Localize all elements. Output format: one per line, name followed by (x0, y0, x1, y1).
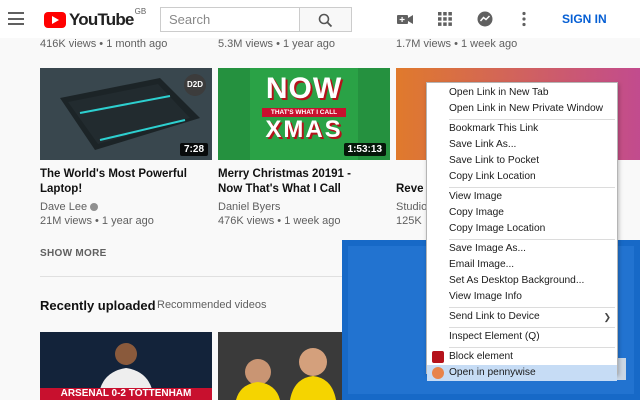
menu-block-element[interactable]: Block element (427, 349, 617, 365)
channel-name-text: Dave Lee (40, 201, 88, 213)
menu-copy-image[interactable]: Copy Image (427, 205, 617, 221)
menu-icon[interactable] (8, 12, 24, 25)
menu-copy-image-location[interactable]: Copy Image Location (427, 221, 617, 237)
menu-email-image[interactable]: Email Image... (427, 257, 617, 273)
channel-name[interactable]: Daniel Byers (218, 201, 280, 213)
menu-open-private-window[interactable]: Open Link in New Private Window (427, 101, 617, 117)
video-meta: 5.3M views • 1 year ago (218, 38, 335, 50)
video-title[interactable]: The World's Most Powerful Laptop! (40, 167, 187, 197)
chevron-right-icon: ❯ (603, 312, 611, 322)
video-title-line: Merry Christmas 20191 - (218, 168, 351, 180)
menu-save-link-as[interactable]: Save Link As... (427, 137, 617, 153)
menu-open-in-pennywise[interactable]: Open in pennywise (427, 365, 617, 381)
menu-save-image-as[interactable]: Save Image As... (427, 241, 617, 257)
region-label: GB (134, 7, 147, 16)
video-thumbnail[interactable]: NOW THAT'S WHAT I CALL XMAS 1:53:13 (218, 68, 390, 160)
play-icon (44, 12, 66, 28)
video-title[interactable]: Reve (396, 182, 424, 197)
thumb-caption: ARSENAL 0-2 TOTTENHAM (60, 388, 192, 399)
search-button[interactable] (300, 7, 352, 32)
ublock-icon (432, 351, 444, 363)
menu-separator (449, 238, 615, 240)
video-meta: 125K (396, 215, 422, 227)
create-video-icon[interactable] (396, 10, 414, 28)
search-input[interactable]: Search (160, 7, 300, 32)
menu-separator (449, 326, 615, 328)
video-meta: 1.7M views • 1 week ago (396, 38, 518, 50)
video-title-line: Laptop! (40, 183, 83, 195)
menu-bookmark-link[interactable]: Bookmark This Link (427, 121, 617, 137)
video-title-line: Now That's What I Call (218, 183, 341, 195)
channel-badge: D2D (184, 74, 206, 96)
menu-item-label: Open in pennywise (449, 367, 536, 378)
duration-badge: 7:28 (179, 143, 208, 156)
menu-view-image-info[interactable]: View Image Info (427, 289, 617, 305)
video-thumbnail[interactable]: D2D 7:28 (40, 68, 212, 160)
menu-separator (449, 346, 615, 348)
menu-set-desktop-background[interactable]: Set As Desktop Background... (427, 273, 617, 289)
menu-separator (449, 306, 615, 308)
menu-view-image[interactable]: View Image (427, 189, 617, 205)
video-title[interactable]: Merry Christmas 20191 - Now That's What … (218, 167, 351, 197)
channel-name[interactable]: Studio (396, 201, 427, 213)
menu-open-new-tab[interactable]: Open Link in New Tab (427, 85, 617, 101)
menu-save-to-pocket[interactable]: Save Link to Pocket (427, 153, 617, 169)
logo-text: YouTube (69, 10, 134, 29)
video-meta: 416K views • 1 month ago (40, 38, 168, 50)
thumb-xmas-text: XMAS (265, 116, 343, 143)
video-title-line: The World's Most Powerful (40, 168, 187, 180)
search-placeholder: Search (169, 12, 211, 27)
menu-item-label: Block element (449, 351, 513, 362)
football-players-image (218, 332, 342, 400)
show-more-button[interactable]: SHOW MORE (40, 248, 107, 259)
section-subtitle: Recommended videos (157, 299, 267, 311)
apps-icon[interactable] (436, 10, 454, 28)
more-options-icon[interactable] (515, 10, 533, 28)
video-thumbnail[interactable] (218, 332, 342, 400)
menu-inspect-element[interactable]: Inspect Element (Q) (427, 329, 617, 345)
sign-in-button[interactable]: SIGN IN (562, 12, 607, 26)
menu-separator (449, 118, 615, 120)
context-menu: Open Link in New Tab Open Link in New Pr… (426, 82, 618, 381)
youtube-logo[interactable]: YouTube GB (44, 7, 147, 30)
menu-copy-link-location[interactable]: Copy Link Location (427, 169, 617, 185)
section-title: Recently uploaded (40, 298, 156, 313)
video-meta: 476K views • 1 week ago (218, 215, 341, 227)
masthead: YouTube GB Search SIGN IN (0, 0, 640, 38)
thumb-now-text: NOW (265, 72, 343, 105)
verified-icon (90, 203, 99, 212)
video-meta: 21M views • 1 year ago (40, 215, 154, 227)
pennywise-icon (432, 367, 444, 379)
menu-separator (449, 186, 615, 188)
messages-icon[interactable] (476, 10, 494, 28)
search-icon (318, 13, 333, 28)
channel-name[interactable]: Dave Lee (40, 201, 99, 213)
video-thumbnail[interactable]: ARSENAL 0-2 TOTTENHAM (40, 332, 212, 400)
menu-send-link-to-device[interactable]: Send Link to Device ❯ (427, 309, 617, 325)
duration-badge: 1:53:13 (343, 143, 386, 156)
menu-item-label: Send Link to Device (449, 311, 540, 322)
